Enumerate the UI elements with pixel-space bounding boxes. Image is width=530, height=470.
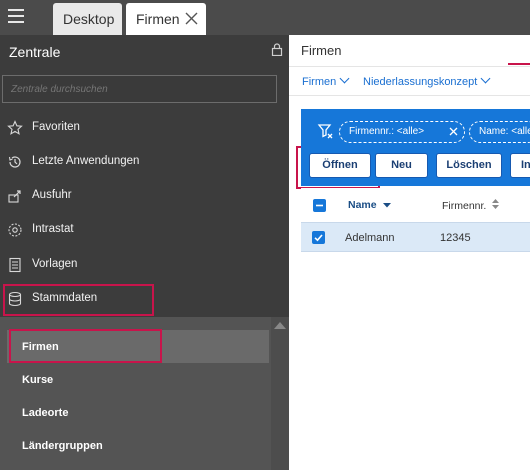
chevron-down-icon bbox=[480, 73, 491, 84]
column-header-name[interactable]: Name bbox=[348, 199, 391, 211]
subitem-label: Firmen bbox=[22, 341, 59, 353]
new-button[interactable]: Neu bbox=[375, 153, 428, 178]
sidebar-item-stammdaten[interactable]: Stammdaten bbox=[0, 282, 289, 316]
breadcrumb: Firmen Niederlassungskonzept bbox=[289, 66, 530, 96]
sidebar-submenu: Firmen Kurse Ladeorte Ländergruppen bbox=[0, 317, 289, 470]
tab-firmen[interactable]: Firmen bbox=[126, 3, 206, 35]
breadcrumb-label: Niederlassungskonzept bbox=[363, 76, 478, 88]
close-icon[interactable] bbox=[448, 126, 459, 137]
filter-chip-firmennr[interactable]: Firmennr.: <alle> bbox=[339, 121, 465, 143]
top-tab-bar: Desktop Firmen bbox=[0, 0, 530, 35]
check-icon bbox=[314, 234, 323, 242]
open-button[interactable]: Öffnen bbox=[309, 153, 371, 178]
sidebar-item-label: Intrastat bbox=[32, 223, 74, 235]
cell-name: Adelmann bbox=[345, 232, 395, 244]
breadcrumb-firmen[interactable]: Firmen bbox=[302, 73, 350, 88]
document-icon bbox=[9, 257, 21, 273]
column-label: Name bbox=[348, 199, 377, 211]
cell-firmennr: 12345 bbox=[440, 232, 471, 244]
table-header: Name Firmennr. bbox=[301, 188, 530, 222]
menu-icon[interactable] bbox=[8, 9, 24, 23]
select-all-checkbox[interactable] bbox=[313, 199, 326, 212]
subitem-label: Kurse bbox=[22, 374, 54, 386]
history-icon bbox=[8, 156, 21, 168]
filter-chip-name[interactable]: Name: <alle bbox=[469, 121, 530, 143]
sidebar-item-label: Letzte Anwendungen bbox=[32, 155, 140, 167]
sidebar-item-intrastat[interactable]: Intrastat bbox=[0, 213, 289, 247]
table-row[interactable]: Adelmann 12345 bbox=[301, 222, 530, 252]
sidebar-subitem-ladeorte[interactable]: Ladeorte bbox=[7, 396, 269, 429]
chevron-down-icon bbox=[339, 73, 350, 84]
sidebar-item-label: Ausfuhr bbox=[32, 189, 72, 201]
breadcrumb-label: Firmen bbox=[302, 76, 337, 88]
accent-line bbox=[508, 63, 530, 65]
sidebar-subitem-firmen[interactable]: Firmen bbox=[7, 330, 269, 363]
sort-desc-icon bbox=[382, 203, 391, 208]
filter-toolbar-panel: Firmennr.: <alle> Name: <alle Öffnen Neu… bbox=[301, 109, 530, 186]
sidebar-title: Zentrale bbox=[9, 44, 61, 60]
filter-chip-label: Name: <alle bbox=[479, 126, 530, 137]
sidebar-item-vorlagen[interactable]: Vorlagen bbox=[0, 248, 289, 282]
subitem-label: Ladeorte bbox=[22, 407, 69, 419]
page-title: Firmen bbox=[301, 43, 342, 58]
sidebar-item-ausfuhr[interactable]: Ausfuhr bbox=[0, 179, 289, 213]
sidebar-scrollbar[interactable] bbox=[271, 317, 289, 470]
sidebar-item-letzte-anwendungen[interactable]: Letzte Anwendungen bbox=[0, 145, 289, 179]
column-label: Firmennr. bbox=[442, 200, 487, 212]
filter-icon[interactable] bbox=[317, 122, 335, 140]
close-icon[interactable] bbox=[185, 12, 198, 25]
tab-label: Desktop bbox=[63, 11, 115, 27]
sidebar-item-label: Favoriten bbox=[32, 121, 80, 133]
breadcrumb-niederlassungskonzept[interactable]: Niederlassungskonzept bbox=[363, 73, 491, 88]
sidebar-subitem-kurse[interactable]: Kurse bbox=[7, 363, 269, 396]
scroll-up-icon[interactable] bbox=[274, 322, 286, 329]
tab-label: Firmen bbox=[136, 11, 180, 27]
globe-icon bbox=[8, 223, 22, 237]
sidebar-search-input[interactable] bbox=[2, 75, 277, 103]
sidebar-item-label: Stammdaten bbox=[32, 292, 98, 304]
filter-chip-label: Firmennr.: <alle> bbox=[349, 126, 425, 137]
more-button[interactable]: In bbox=[510, 153, 530, 178]
minus-icon bbox=[316, 204, 323, 207]
sidebar-item-label: Vorlagen bbox=[32, 258, 78, 270]
subitem-label: Ländergruppen bbox=[22, 440, 103, 452]
column-header-firmennr[interactable]: Firmennr. bbox=[442, 199, 500, 212]
row-checkbox[interactable] bbox=[312, 231, 325, 244]
sort-icon bbox=[492, 199, 500, 209]
sidebar: Zentrale Favoriten Letzte Anwendungen Au… bbox=[0, 35, 289, 470]
sidebar-subitem-laendergruppen[interactable]: Ländergruppen bbox=[7, 429, 269, 462]
sidebar-item-favoriten[interactable]: Favoriten bbox=[0, 111, 289, 145]
delete-button[interactable]: Löschen bbox=[436, 153, 502, 178]
export-icon bbox=[8, 190, 21, 203]
tab-desktop[interactable]: Desktop bbox=[53, 3, 122, 35]
database-icon bbox=[8, 291, 22, 307]
star-icon bbox=[7, 120, 23, 135]
lock-icon[interactable] bbox=[271, 43, 283, 56]
